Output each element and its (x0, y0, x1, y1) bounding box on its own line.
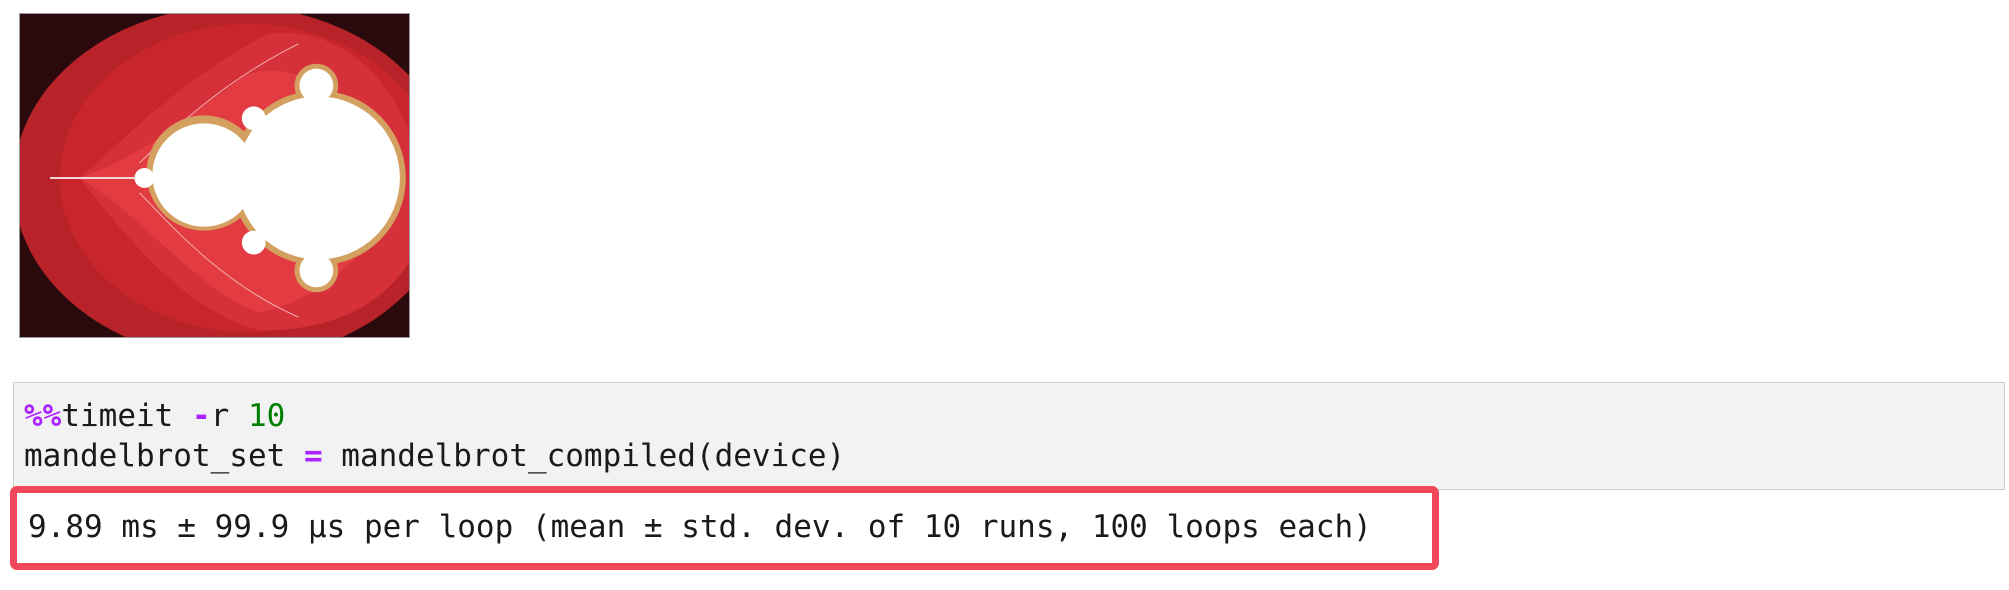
magic-command: timeit (61, 398, 192, 434)
assign-target: mandelbrot_set (24, 438, 304, 474)
timeit-output-highlight: 9.89 ms ± 99.9 µs per loop (mean ± std. … (10, 486, 1439, 570)
magic-prefix: %% (24, 398, 62, 434)
function-call: mandelbrot_compiled(device) (322, 438, 846, 474)
mandelbrot-image (19, 13, 410, 338)
code-line-timeit: %%timeit -r 10 (24, 396, 285, 436)
notebook-page: %%timeit -r 10 mandelbrot_set = mandelbr… (0, 0, 2009, 590)
timeit-result-text: 9.89 ms ± 99.9 µs per loop (mean ± std. … (28, 509, 1372, 545)
flag-operator: - (191, 398, 211, 434)
mandelbrot-render (20, 14, 409, 337)
flag-name: r (210, 398, 248, 434)
assign-operator: = (303, 438, 323, 474)
code-cell-input[interactable]: %%timeit -r 10 mandelbrot_set = mandelbr… (13, 382, 2005, 490)
code-line-assignment: mandelbrot_set = mandelbrot_compiled(dev… (24, 436, 845, 476)
flag-value: 10 (247, 398, 286, 434)
